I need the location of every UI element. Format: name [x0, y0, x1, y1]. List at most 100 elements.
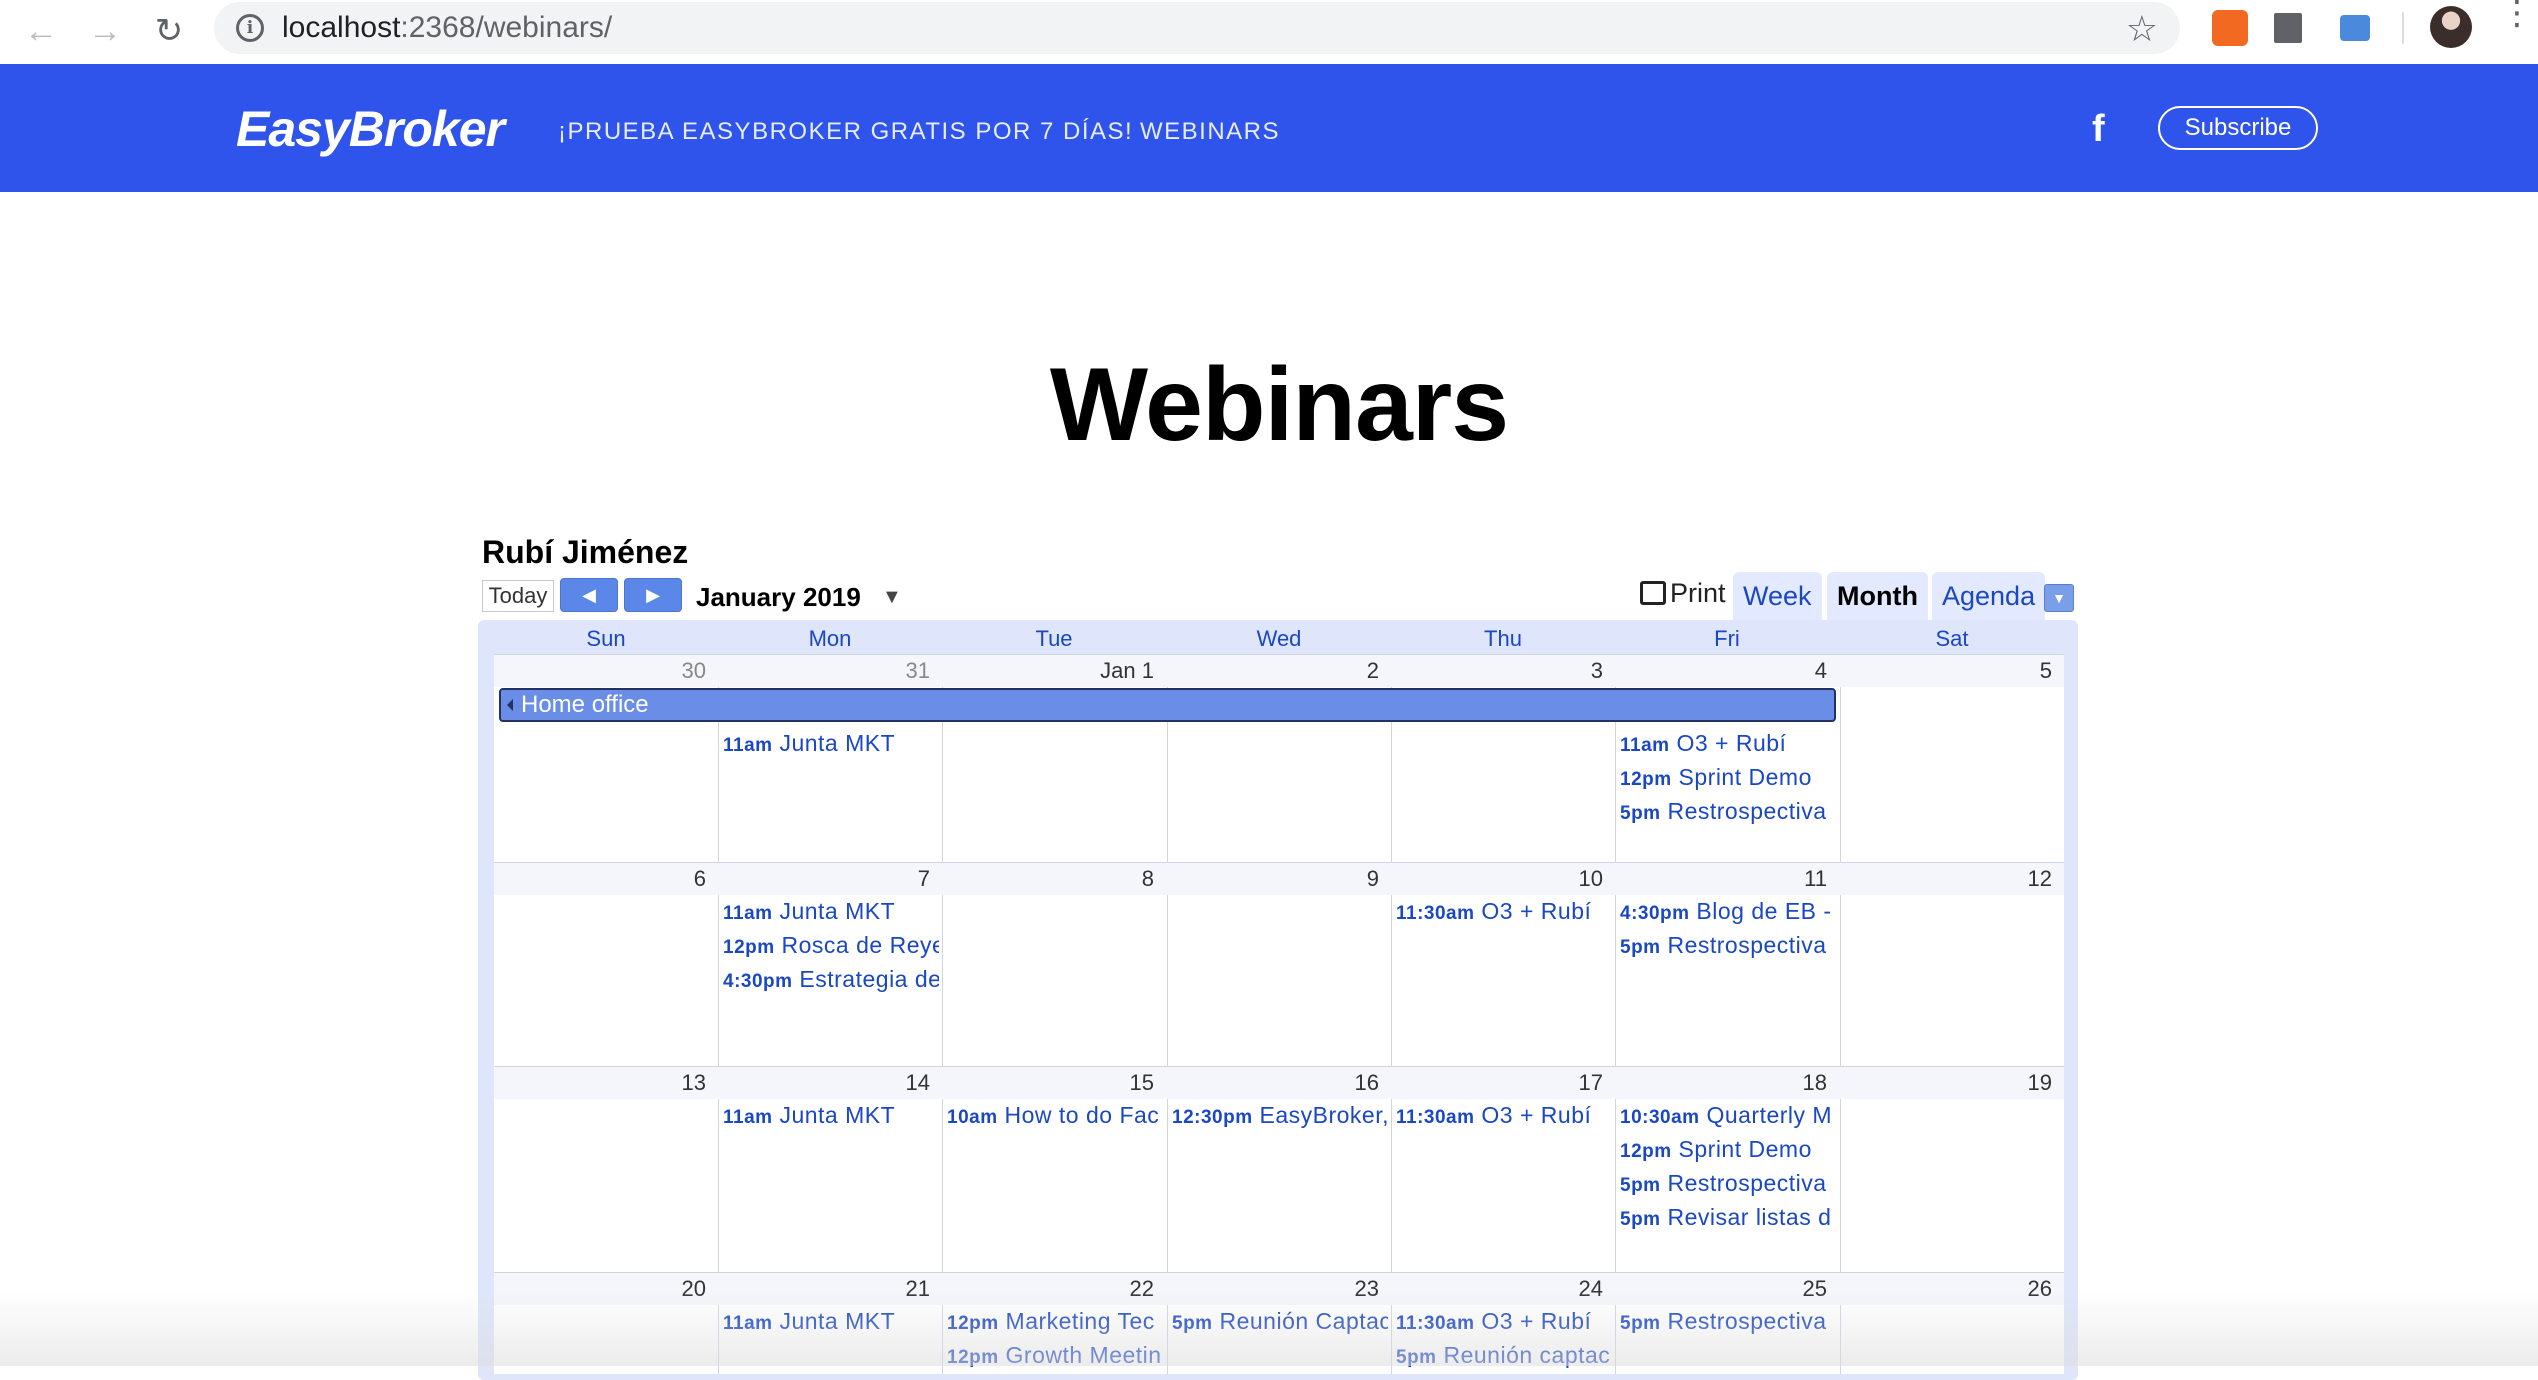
- calendar-event[interactable]: 12pm Growth Meetin: [947, 1342, 1163, 1369]
- facebook-icon[interactable]: f: [2092, 108, 2105, 151]
- event-title: Rosca de Reye: [781, 932, 939, 958]
- calendar-event[interactable]: 12pm Rosca de Reye: [723, 932, 939, 959]
- calendar-event[interactable]: 4:30pm Blog de EB -: [1620, 898, 1836, 925]
- day-number[interactable]: 16: [1179, 1070, 1379, 1096]
- calendar-event[interactable]: 5pm Restrospectiva: [1620, 798, 1836, 825]
- info-icon[interactable]: i: [236, 14, 264, 42]
- day-number[interactable]: 7: [730, 866, 930, 892]
- forward-arrow-icon[interactable]: →: [82, 8, 128, 54]
- allday-event-home-office[interactable]: Home office: [499, 688, 1836, 722]
- day-number[interactable]: 10: [1403, 866, 1603, 892]
- day-number[interactable]: 3: [1403, 658, 1603, 684]
- day-number[interactable]: 5: [1852, 658, 2052, 684]
- event-time: 11:30am: [1396, 1313, 1475, 1334]
- day-number[interactable]: 2: [1179, 658, 1379, 684]
- event-time: 5pm: [1396, 1347, 1437, 1368]
- day-number[interactable]: 11: [1627, 866, 1827, 892]
- extension-analytics-icon[interactable]: [2212, 10, 2248, 46]
- calendar-event[interactable]: 11am Junta MKT: [723, 1102, 939, 1129]
- day-number[interactable]: 23: [1179, 1276, 1379, 1302]
- event-title: O3 + Rubí: [1481, 1102, 1592, 1128]
- day-number[interactable]: 8: [954, 866, 1154, 892]
- nav-link-free-trial[interactable]: ¡PRUEBA EASYBROKER GRATIS POR 7 DÍAS!: [558, 118, 1133, 146]
- address-bar[interactable]: i localhost:2368/webinars/ ☆: [214, 2, 2180, 54]
- prev-month-button[interactable]: ◀: [560, 578, 618, 612]
- day-number[interactable]: 26: [1852, 1276, 2052, 1302]
- calendar-event[interactable]: 5pm Revisar listas d: [1620, 1204, 1836, 1231]
- calendar-event[interactable]: 5pm Restrospectiva: [1620, 1308, 1836, 1335]
- calendar-event[interactable]: 11am Junta MKT: [723, 898, 939, 925]
- calendar-event[interactable]: 12pm Marketing Tec: [947, 1308, 1163, 1335]
- event-time: 11am: [723, 735, 773, 756]
- kebab-menu-icon[interactable]: ⋮: [2500, 0, 2534, 30]
- day-number[interactable]: 24: [1403, 1276, 1603, 1302]
- event-title: Restrospectiva: [1667, 932, 1827, 958]
- reload-icon[interactable]: ↻: [146, 8, 192, 54]
- calendar-event[interactable]: 11:30am O3 + Rubí: [1396, 1308, 1612, 1335]
- event-time: 11am: [723, 1107, 773, 1128]
- day-number[interactable]: 6: [506, 866, 706, 892]
- event-title: Blog de EB -: [1696, 898, 1832, 924]
- tab-week[interactable]: Week: [1733, 572, 1822, 620]
- url-text[interactable]: localhost:2368/webinars/: [282, 11, 612, 45]
- day-number[interactable]: 20: [506, 1276, 706, 1302]
- extension-icon[interactable]: [2274, 13, 2302, 43]
- calendar-event[interactable]: 5pm Restrospectiva: [1620, 1170, 1836, 1197]
- day-number[interactable]: 19: [1852, 1070, 2052, 1096]
- day-number[interactable]: 9: [1179, 866, 1379, 892]
- event-time: 12pm: [1620, 1141, 1672, 1162]
- day-number[interactable]: 4: [1627, 658, 1827, 684]
- calendar-event[interactable]: 11am Junta MKT: [723, 1308, 939, 1335]
- day-number[interactable]: 14: [730, 1070, 930, 1096]
- calendar-event[interactable]: 11am Junta MKT: [723, 730, 939, 757]
- day-number[interactable]: 15: [954, 1070, 1154, 1096]
- event-title: O3 + Rubí: [1481, 1308, 1592, 1334]
- day-number[interactable]: 17: [1403, 1070, 1603, 1096]
- nav-link-webinars[interactable]: WEBINARS: [1140, 118, 1280, 146]
- back-arrow-icon[interactable]: ←: [18, 8, 64, 54]
- profile-avatar[interactable]: [2430, 6, 2472, 48]
- day-number[interactable]: 13: [506, 1070, 706, 1096]
- event-title: Reunión Captac: [1219, 1308, 1388, 1334]
- extension-icon[interactable]: [2340, 15, 2370, 41]
- day-number[interactable]: 25: [1627, 1276, 1827, 1302]
- day-number[interactable]: 22: [954, 1276, 1154, 1302]
- day-number[interactable]: 18: [1627, 1070, 1827, 1096]
- today-button[interactable]: Today: [482, 580, 554, 612]
- event-title: Junta MKT: [779, 730, 896, 756]
- chevron-left-icon: ◀: [582, 585, 596, 605]
- tab-agenda[interactable]: Agenda: [1932, 572, 2046, 620]
- calendar-event[interactable]: 5pm Reunión captac: [1396, 1342, 1612, 1369]
- event-title: Marketing Tec: [1005, 1308, 1155, 1334]
- subscribe-button[interactable]: Subscribe: [2158, 106, 2318, 150]
- day-number[interactable]: 30: [506, 658, 706, 684]
- calendar-event[interactable]: 5pm Reunión Captac: [1172, 1308, 1388, 1335]
- day-number[interactable]: Jan 1: [954, 658, 1154, 684]
- calendar-event[interactable]: 5pm Restrospectiva: [1620, 932, 1836, 959]
- month-picker-caret-icon[interactable]: ▼: [882, 586, 902, 609]
- calendar-event[interactable]: 12pm Sprint Demo: [1620, 764, 1836, 791]
- bookmark-star-icon[interactable]: ☆: [2126, 8, 2158, 50]
- tab-month[interactable]: Month: [1827, 572, 1928, 620]
- grid-column-line: [1615, 654, 1616, 1374]
- calendar-event[interactable]: 11am O3 + Rubí: [1620, 730, 1836, 757]
- day-number[interactable]: 21: [730, 1276, 930, 1302]
- print-button[interactable]: Print: [1640, 578, 1726, 609]
- calendar-event[interactable]: 12pm Sprint Demo: [1620, 1136, 1836, 1163]
- event-title: EasyBroker,: [1259, 1102, 1389, 1128]
- calendar-event[interactable]: 10am How to do Fac: [947, 1102, 1163, 1129]
- easybroker-logo[interactable]: EasyBroker: [236, 100, 505, 158]
- day-number[interactable]: 31: [730, 658, 930, 684]
- weekday-header: Wed: [1256, 626, 1302, 651]
- calendar-event[interactable]: 10:30am Quarterly M: [1620, 1102, 1836, 1129]
- calendar-event[interactable]: 4:30pm Estrategia de: [723, 966, 939, 993]
- calendar-grid: [494, 654, 2064, 1374]
- calendar-event[interactable]: 11:30am O3 + Rubí: [1396, 898, 1612, 925]
- view-dropdown-icon[interactable]: ▼: [2044, 584, 2074, 612]
- day-number[interactable]: 12: [1852, 866, 2052, 892]
- event-time: 10:30am: [1620, 1107, 1700, 1128]
- print-label: Print: [1670, 578, 1726, 608]
- next-month-button[interactable]: ▶: [624, 578, 682, 612]
- calendar-event[interactable]: 12:30pm EasyBroker,: [1172, 1102, 1388, 1129]
- calendar-event[interactable]: 11:30am O3 + Rubí: [1396, 1102, 1612, 1129]
